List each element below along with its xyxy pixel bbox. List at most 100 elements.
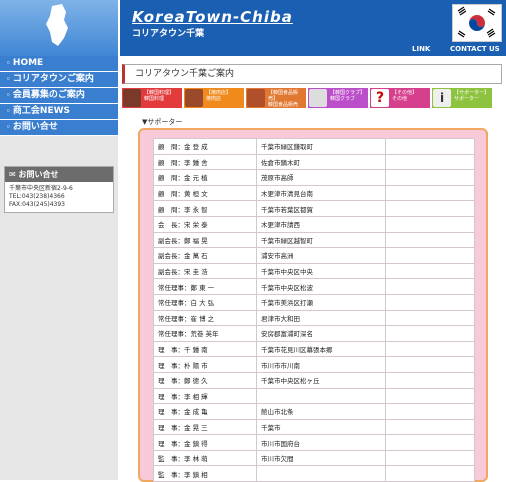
- table-row: 顧 問：金 元 植茂原市高師: [153, 169, 475, 186]
- member-location: 君津市大和田: [256, 309, 386, 327]
- category-korean-food[interactable]: 【韓国料理】 韓国料理: [122, 88, 182, 108]
- member-location: 木更津市清見台南: [256, 184, 386, 202]
- nav-contact-us[interactable]: CONTACT US: [450, 45, 500, 53]
- contact-fax: FAX:043(245)4393: [9, 201, 65, 208]
- empty-cell: [385, 200, 475, 217]
- korean-flag-icon: [452, 4, 502, 42]
- empty-cell: [385, 278, 475, 295]
- category-banners: 【韓国料理】 韓国料理 【焼肉店】 焼肉店 【韓国食品販売】 韓国食品販売 【韓国クラ…: [122, 88, 502, 108]
- table-row: 理 事：朴 陽 市市川市市川南: [153, 356, 475, 373]
- sidebar: HOME コリアタウンご案内 会員募集のご案内 商工会NEWS お問い合せ ✉ …: [0, 56, 118, 480]
- member-location: 浦安市高洲: [256, 247, 386, 264]
- member-location: 市川市欠間: [256, 449, 386, 467]
- member-location: 千葉市緑区鎌取町: [256, 138, 386, 155]
- member-location: 茂原市高師: [256, 169, 386, 186]
- empty-cell: [385, 309, 475, 327]
- empty-cell: [385, 387, 475, 405]
- member-name: 監 事：李 林 萌: [153, 449, 257, 467]
- empty-cell: [385, 293, 475, 311]
- table-row: 常任理事：鄭 東 一千葉市中央区松波: [153, 278, 475, 295]
- contact-address: 千葉市中央区新宿2-9-6: [9, 185, 73, 192]
- top-navigation: LINK CONTACT US: [0, 44, 506, 56]
- table-row: 顧 問：李 鍾 舎佐倉市鏑木町: [153, 153, 475, 171]
- table-row: 常任理事：白 大 弘千葉市美浜区打瀬: [153, 293, 475, 311]
- member-name: 常任理事：崔 博 之: [153, 309, 257, 327]
- table-row: 顧 問：黄 桓 文木更津市清見台南: [153, 184, 475, 202]
- empty-cell: [385, 418, 475, 436]
- supporter-table: 顧 問：金 登 成千葉市緑区鎌取町顧 問：李 鍾 舎佐倉市鏑木町顧 問：金 元 …: [153, 138, 475, 482]
- member-name: 理 事：千 鍾 南: [153, 340, 257, 358]
- table-row: 理 事：金 鎮 得市川市国府台: [153, 434, 475, 451]
- site-title[interactable]: KoreaTown-Chiba: [132, 8, 293, 26]
- category-club[interactable]: 【韓国クラブ】 韓国クラブ: [308, 88, 368, 108]
- member-name: 常任理事：白 大 弘: [153, 293, 257, 311]
- empty-cell: [385, 247, 475, 264]
- member-location: 千葉市中央区松波: [256, 278, 386, 295]
- member-location: 千葉市花見川区幕張本郷: [256, 340, 386, 358]
- empty-cell: [385, 449, 475, 467]
- empty-cell: [385, 340, 475, 358]
- category-food-sales[interactable]: 【韓国食品販売】 韓国食品販売: [246, 88, 306, 108]
- category-other[interactable]: ? 【その他】 その他: [370, 88, 430, 108]
- member-name: 理 事：鄭 德 久: [153, 371, 257, 389]
- member-location: 市川市市川南: [256, 356, 386, 373]
- empty-cell: [385, 169, 475, 186]
- table-row: 監 事：李 林 萌市川市欠間: [153, 449, 475, 467]
- table-row: 常任理事：荒巻 英年 安房郡富浦町深名: [153, 325, 475, 342]
- table-row: 会 長：宋 栄 泰木更津市請西: [153, 215, 475, 233]
- info-icon: i: [433, 89, 451, 107]
- table-row: 顧 問：金 登 成千葉市緑区鎌取町: [153, 138, 475, 155]
- sidebar-item-home[interactable]: HOME: [0, 56, 118, 72]
- contact-heading: ✉ お問い合せ: [5, 167, 113, 182]
- table-row: 理 事：鄭 德 久千葉市中央区松ヶ丘: [153, 371, 475, 389]
- nav-link[interactable]: LINK: [412, 45, 430, 53]
- table-row: 常任理事：崔 博 之君津市大和田: [153, 309, 475, 327]
- sidebar-item-membership[interactable]: 会員募集のご案内: [0, 88, 118, 104]
- member-name: 顧 問：金 登 成: [153, 138, 257, 155]
- member-location: 千葉市美浜区打瀬: [256, 293, 386, 311]
- member-name: 会 長：宋 栄 泰: [153, 215, 257, 233]
- table-row: 副会長：鄭 福 晃千葉市緑区越智町: [153, 231, 475, 249]
- yakiniku-thumbnail-icon: [185, 89, 203, 107]
- sidebar-item-news[interactable]: 商工会NEWS: [0, 104, 118, 120]
- member-name: 理 事：金 成 亀: [153, 403, 257, 420]
- member-name: 常任理事：鄭 東 一: [153, 278, 257, 295]
- empty-cell: [385, 403, 475, 420]
- empty-cell: [385, 184, 475, 202]
- member-name: 理 事：金 晃 三: [153, 418, 257, 436]
- category-supporter[interactable]: i 【サポーター】 サポーター: [432, 88, 492, 108]
- member-location: 千葉市緑区越智町: [256, 231, 386, 249]
- site-header: KoreaTown-Chiba コリアタウン千葉 LINK CONTACT US: [0, 0, 506, 56]
- member-name: 副会長：金 萬 石: [153, 247, 257, 264]
- empty-cell: [385, 138, 475, 155]
- empty-cell: [385, 325, 475, 342]
- table-row: 理 事：金 晃 三千葉市: [153, 418, 475, 436]
- empty-cell: [385, 371, 475, 389]
- member-location: 千葉市中央区松ヶ丘: [256, 371, 386, 389]
- table-row: 理 事：金 成 亀館山市北条: [153, 403, 475, 420]
- sidebar-item-contact[interactable]: お問い合せ: [0, 120, 118, 136]
- table-row: 理 事：千 鍾 南千葉市花見川区幕張本郷: [153, 340, 475, 358]
- table-row: 副会長：金 萬 石浦安市高洲: [153, 247, 475, 264]
- empty-cell: [385, 262, 475, 280]
- table-row: 監 事：李 鎮 相: [153, 465, 475, 482]
- member-name: 顧 問：李 永 智: [153, 200, 257, 217]
- empty-cell: [385, 434, 475, 451]
- member-name: 顧 問：金 元 植: [153, 169, 257, 186]
- category-yakiniku[interactable]: 【焼肉店】 焼肉店: [184, 88, 244, 108]
- table-row: 副会長：宋 圭 浩千葉市中央区中央: [153, 262, 475, 280]
- member-location: 市川市国府台: [256, 434, 386, 451]
- page-title: コリアタウン千葉ご案内: [122, 64, 502, 84]
- member-name: 顧 問：黄 桓 文: [153, 184, 257, 202]
- food-thumbnail-icon: [123, 89, 141, 107]
- sidebar-item-koreatown-guide[interactable]: コリアタウンご案内: [0, 72, 118, 88]
- member-name: 理 事：金 鎮 得: [153, 434, 257, 451]
- mail-icon: ✉: [9, 170, 19, 179]
- club-thumbnail-icon: [309, 89, 327, 107]
- supporter-frame: 顧 問：金 登 成千葉市緑区鎌取町顧 問：李 鍾 舎佐倉市鏑木町顧 問：金 元 …: [138, 128, 488, 482]
- member-location: 館山市北条: [256, 403, 386, 420]
- member-location: [256, 387, 386, 405]
- contact-tel: TEL:043(238)4366: [9, 193, 65, 200]
- empty-cell: [385, 153, 475, 171]
- member-name: 監 事：李 鎮 相: [153, 465, 257, 482]
